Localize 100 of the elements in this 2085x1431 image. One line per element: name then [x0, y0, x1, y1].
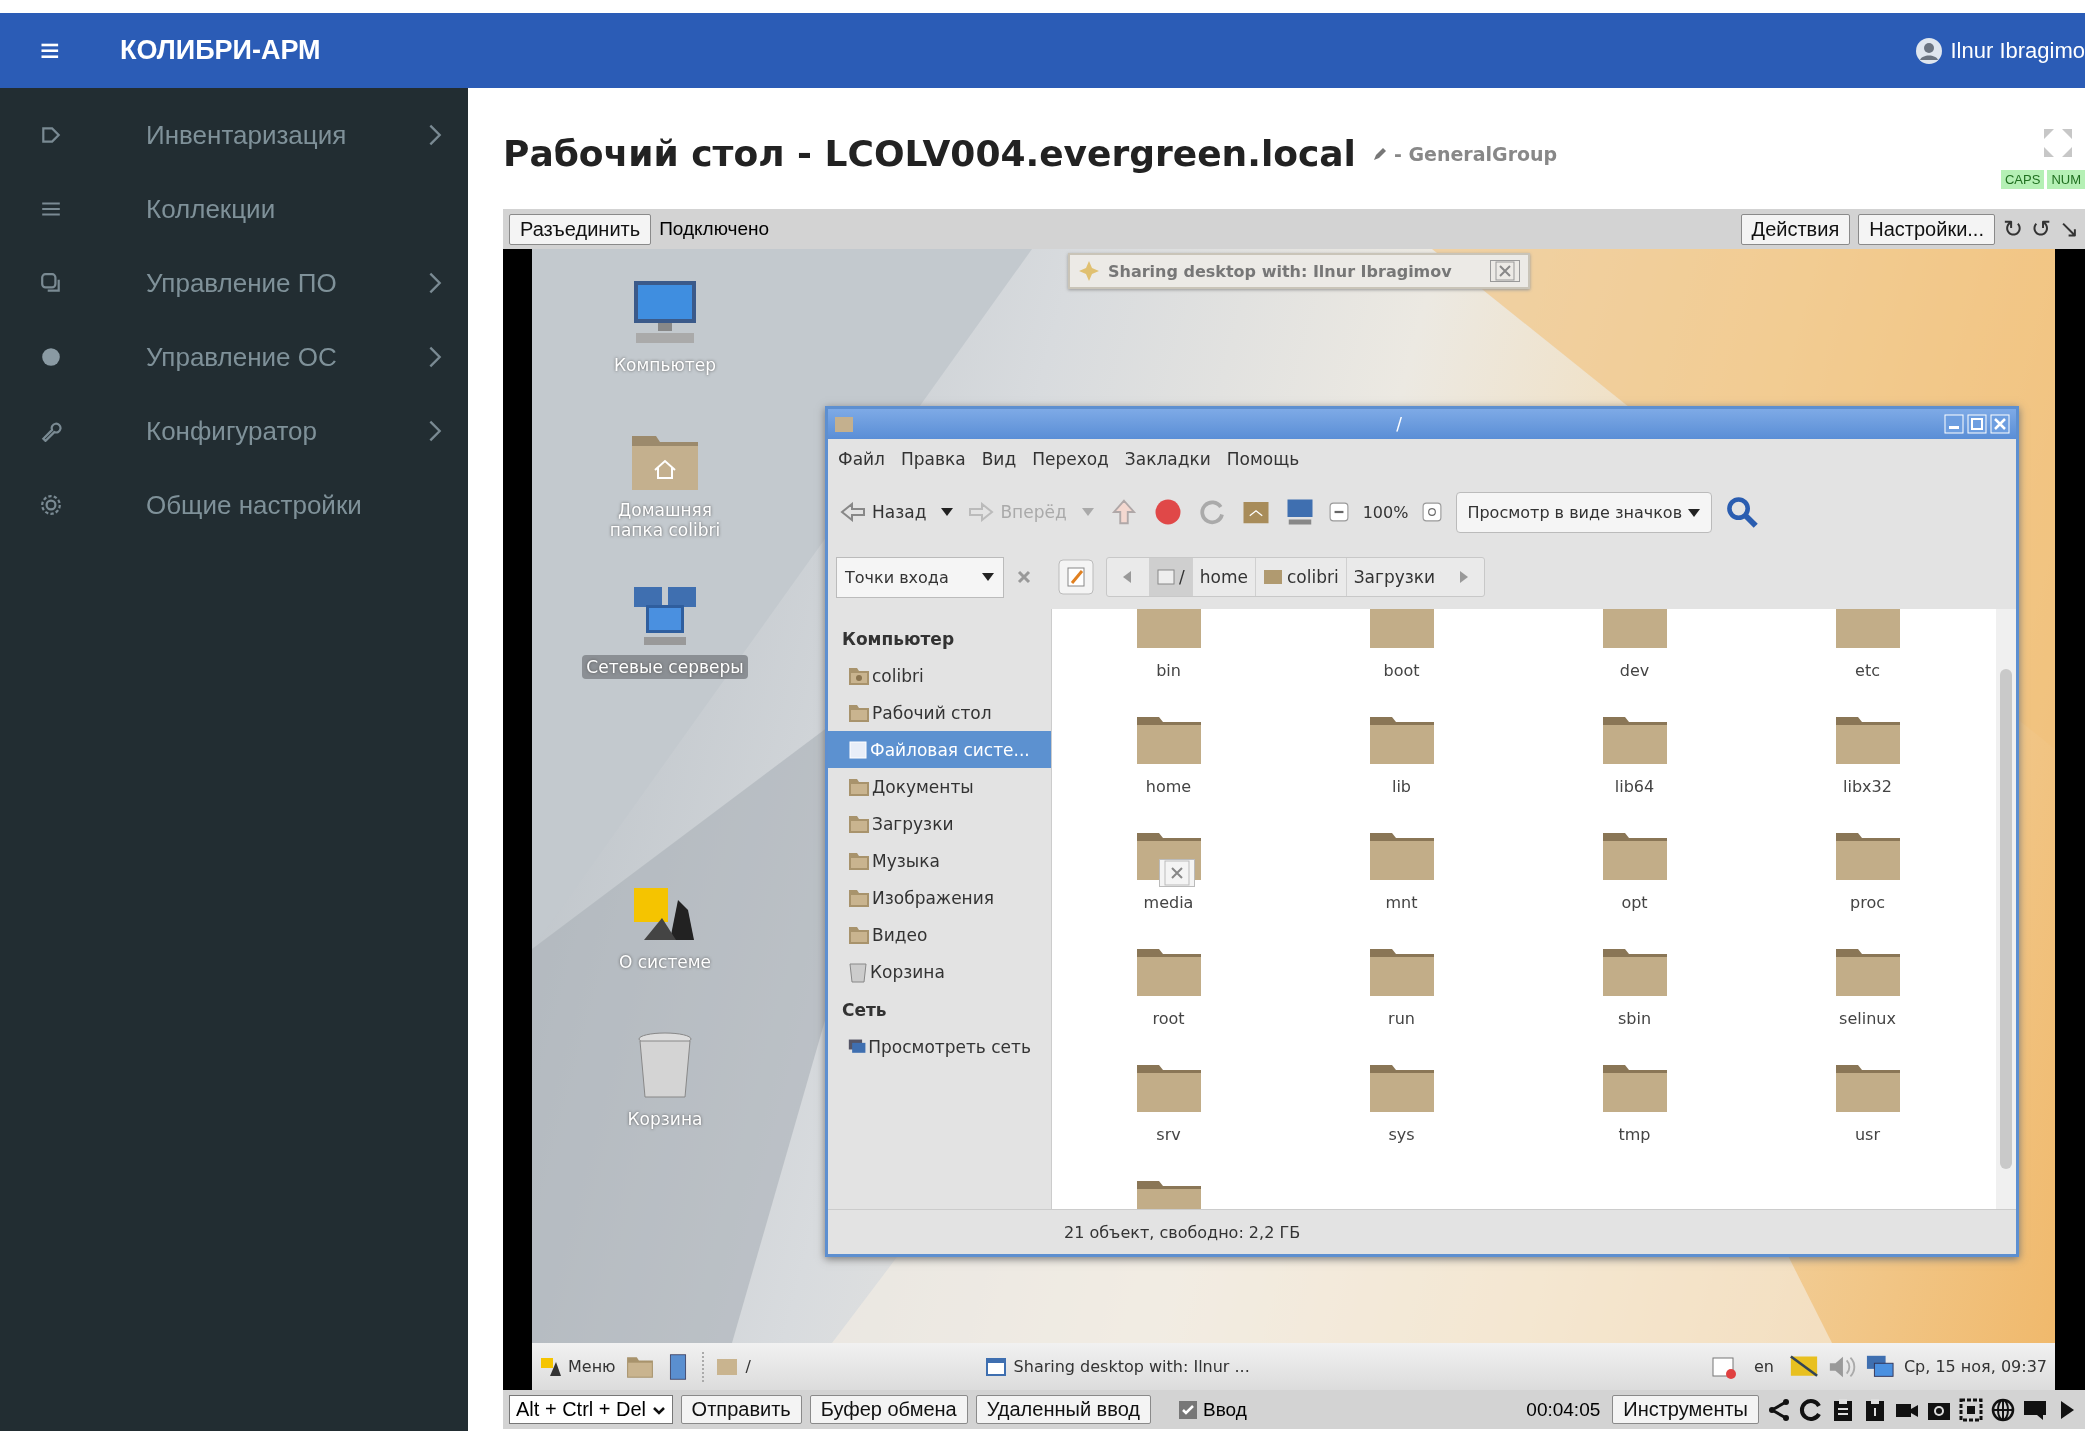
close-icon[interactable]	[1490, 260, 1520, 282]
folder-icon[interactable]	[1135, 715, 1202, 765]
key-combo-select[interactable]: Alt + Ctrl + Del	[509, 1395, 673, 1424]
folder-icon[interactable]	[1601, 1063, 1668, 1113]
sidebar-item[interactable]: Коллекции	[0, 172, 468, 246]
reload-icon[interactable]	[1799, 1397, 1823, 1422]
toolbar-button[interactable]: Отправить	[680, 1395, 802, 1424]
zoom-out-icon[interactable]	[1328, 502, 1349, 522]
rotate-icon[interactable]: ↺	[2031, 215, 2051, 243]
folder-name[interactable]: proc	[1850, 893, 1885, 912]
pane-item[interactable]: Корзина	[834, 953, 1045, 990]
menu-item[interactable]: Вид	[981, 449, 1017, 469]
toolbar-button[interactable]: Удаленный ввод	[975, 1395, 1151, 1424]
screenshot-icon[interactable]	[1959, 1397, 1983, 1422]
folder-name[interactable]: etc	[1855, 661, 1880, 680]
breadcrumb-item[interactable]: /	[1149, 558, 1192, 596]
folder-name[interactable]: usr	[1854, 1125, 1881, 1144]
folder-name[interactable]: srv	[1156, 1125, 1181, 1144]
clipboard-icon[interactable]	[1863, 1397, 1887, 1422]
folder-name[interactable]: dev	[1619, 661, 1650, 680]
pane-item[interactable]: Изображения	[834, 879, 1045, 916]
pane-item[interactable]: Просмотреть сеть	[834, 1028, 1045, 1065]
folder-name[interactable]: lib64	[1614, 777, 1655, 796]
keyboard-layout[interactable]: en	[1753, 1357, 1774, 1376]
pane-item[interactable]: Загрузки	[834, 805, 1045, 842]
sidebar-item[interactable]: Управление ПО	[0, 246, 468, 320]
pencil-icon[interactable]	[1371, 145, 1388, 162]
folder-name[interactable]: sbin	[1617, 1009, 1652, 1028]
back-button[interactable]: Назад	[840, 502, 927, 522]
folder-name[interactable]: lib	[1391, 777, 1411, 796]
scrollbar[interactable]	[1996, 609, 2016, 1209]
menu-item[interactable]: Файл	[838, 449, 885, 469]
dropdown-icon[interactable]	[940, 507, 955, 517]
rotate-icon[interactable]: ↻	[2003, 215, 2023, 243]
sidebar-item[interactable]: Конфигуратор	[0, 394, 468, 468]
pane-item[interactable]: Документы	[834, 768, 1045, 805]
folder-name[interactable]: libx32	[1843, 777, 1892, 796]
folder-name[interactable]: tmp	[1618, 1125, 1651, 1144]
input-checkbox[interactable]: Ввод	[1179, 1398, 1247, 1421]
folder-icon[interactable]	[1601, 715, 1668, 765]
menu-button[interactable]: ≡	[0, 31, 120, 70]
menu-item[interactable]: Закладки	[1124, 449, 1211, 469]
folder-icon[interactable]	[1834, 715, 1901, 765]
folder-name[interactable]: sys	[1388, 1125, 1415, 1144]
folder-name[interactable]: run	[1388, 1009, 1415, 1028]
user-name[interactable]: Ilnur Ibragimo	[1950, 37, 2085, 64]
folder-icon[interactable]	[1368, 1063, 1435, 1113]
display-icon[interactable]	[1789, 1353, 1818, 1380]
close-pane-icon[interactable]	[1016, 569, 1032, 585]
pane-item[interactable]: Музыка	[834, 842, 1045, 879]
toolbar-button[interactable]: Буфер обмена	[809, 1395, 968, 1424]
folder-icon[interactable]	[1368, 947, 1435, 997]
menu-item[interactable]: Правка	[900, 449, 966, 469]
breadcrumb-item[interactable]: Загрузки	[1345, 558, 1443, 596]
taskbar-task[interactable]: Sharing desktop with: Ilnur ...	[985, 1357, 1426, 1376]
menu-item[interactable]: Помощь	[1226, 449, 1300, 469]
maximize-icon[interactable]	[1967, 414, 1987, 434]
search-icon[interactable]	[1726, 496, 1759, 528]
places-dropdown[interactable]: Точки входа	[836, 556, 1004, 598]
menu-item[interactable]: Переход	[1032, 449, 1109, 469]
share-icon[interactable]	[1767, 1397, 1791, 1422]
pane-item[interactable]: colibri	[834, 657, 1045, 694]
zoom-in-icon[interactable]	[1422, 502, 1443, 522]
clipboard-icon[interactable]	[1831, 1397, 1855, 1422]
folder-icon[interactable]	[1834, 1063, 1901, 1113]
sidebar-item[interactable]: Управление ОС	[0, 320, 468, 394]
folder-icon[interactable]	[1135, 1063, 1202, 1113]
rotate-icon[interactable]: ↘	[2059, 215, 2079, 243]
minimize-icon[interactable]	[1944, 414, 1964, 434]
folder-icon[interactable]	[1135, 947, 1202, 997]
settings-button[interactable]: Настройки...	[1858, 213, 1995, 245]
checkbox-icon[interactable]	[1179, 1400, 1197, 1419]
sidebar-item[interactable]: Общие настройки	[0, 468, 468, 542]
view-mode-dropdown[interactable]: Просмотр в виде значков	[1456, 491, 1713, 533]
folder-name[interactable]: opt	[1621, 893, 1648, 912]
folder-icon[interactable]	[1601, 947, 1668, 997]
breadcrumb-item[interactable]: colibri	[1254, 558, 1346, 596]
globe-icon[interactable]	[1991, 1397, 2015, 1422]
folder-icon[interactable]	[1368, 715, 1435, 765]
folder-name[interactable]: root	[1152, 1009, 1185, 1028]
folder-name[interactable]: selinux	[1839, 1009, 1896, 1028]
folder-icon[interactable]	[1834, 831, 1901, 881]
folder-name[interactable]: bin	[1156, 661, 1181, 680]
folder-name[interactable]: mnt	[1385, 893, 1418, 912]
start-menu-button[interactable]: Меню	[540, 1356, 616, 1377]
folder-name[interactable]: media	[1143, 893, 1194, 912]
folder-name[interactable]: boot	[1383, 661, 1420, 680]
disconnect-button[interactable]: Разъединить	[509, 213, 652, 245]
taskbar-task[interactable]: /	[715, 1357, 976, 1376]
close-icon[interactable]	[1159, 859, 1195, 887]
network-icon[interactable]	[1865, 1353, 1894, 1380]
pane-item[interactable]: Видео	[834, 916, 1045, 953]
folder-name[interactable]: home	[1145, 777, 1192, 796]
actions-button[interactable]: Действия	[1740, 213, 1851, 245]
edit-button[interactable]	[1058, 559, 1094, 595]
folder-icon[interactable]	[1368, 831, 1435, 881]
folder-icon[interactable]	[1834, 947, 1901, 997]
breadcrumb-item[interactable]: home	[1191, 558, 1255, 596]
pane-item[interactable]: Рабочий стол	[834, 694, 1045, 731]
sidebar-item[interactable]: Инвентаризация	[0, 98, 468, 172]
